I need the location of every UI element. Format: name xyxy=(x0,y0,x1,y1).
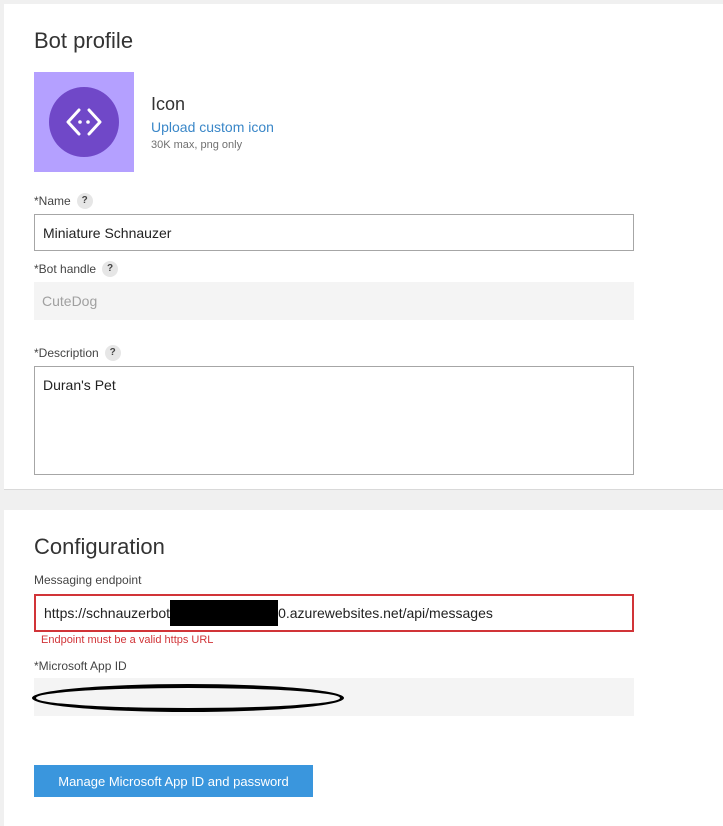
endpoint-error-message: Endpoint must be a valid https URL xyxy=(41,634,214,646)
app-id-label-text: *Microsoft App ID xyxy=(34,659,127,673)
name-input-value: Miniature Schnauzer xyxy=(43,224,172,241)
description-textarea[interactable]: Duran's Pet xyxy=(34,366,634,475)
icon-size-hint: 30K max, png only xyxy=(151,139,243,151)
description-label-text: *Description xyxy=(34,346,99,360)
messaging-endpoint-input[interactable]: https://schnauzerbot 0.azurewebsites.net… xyxy=(34,594,634,632)
messaging-endpoint-label-text: Messaging endpoint xyxy=(34,573,142,587)
redaction-block xyxy=(170,600,279,626)
bot-handle-help-icon[interactable]: ? xyxy=(102,261,119,277)
bot-profile-card: Bot profile Icon Upload custom icon 30K … xyxy=(4,4,723,490)
description-label: *Description ? xyxy=(34,345,121,361)
endpoint-value-suffix: 0.azurewebsites.net/api/messages xyxy=(278,605,493,621)
bot-handle-label: *Bot handle ? xyxy=(34,261,119,277)
manage-app-id-button[interactable]: Manage Microsoft App ID and password xyxy=(34,765,313,797)
endpoint-value-prefix: https://schnauzerbot xyxy=(44,605,171,621)
configuration-title: Configuration xyxy=(34,534,165,559)
bot-icon-tile xyxy=(34,72,134,172)
name-help-icon[interactable]: ? xyxy=(76,193,93,209)
messaging-endpoint-label: Messaging endpoint xyxy=(34,573,141,587)
name-input[interactable]: Miniature Schnauzer xyxy=(34,214,634,251)
redaction-oval xyxy=(32,684,344,712)
bot-handle-label-text: *Bot handle xyxy=(34,262,97,276)
description-textarea-value: Duran's Pet xyxy=(43,377,116,393)
upload-custom-icon-link[interactable]: Upload custom icon xyxy=(151,119,274,135)
name-label: *Name ? xyxy=(34,193,93,209)
bot-handle-input-value: CuteDog xyxy=(42,293,98,309)
code-brackets-icon xyxy=(49,87,119,157)
name-label-text: *Name xyxy=(34,194,71,208)
bot-handle-input: CuteDog xyxy=(34,282,634,320)
app-id-label: *Microsoft App ID xyxy=(34,659,127,673)
description-help-icon[interactable]: ? xyxy=(104,345,121,361)
icon-heading: Icon xyxy=(151,94,186,114)
configuration-card: Configuration Messaging endpoint https:/… xyxy=(4,510,723,826)
bot-profile-title: Bot profile xyxy=(34,28,134,53)
